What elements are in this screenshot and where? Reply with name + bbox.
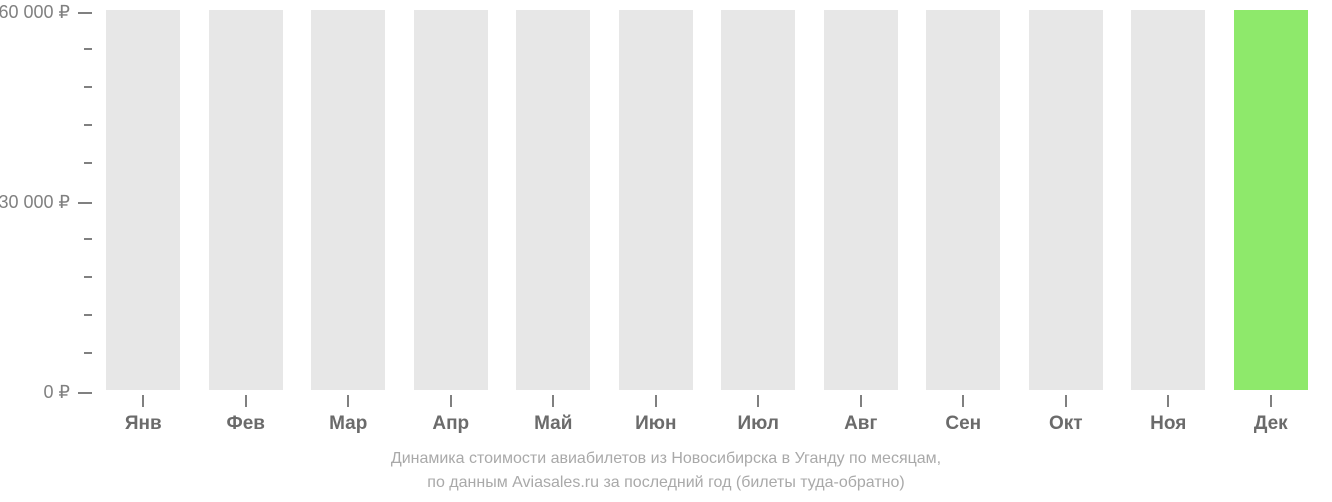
month-label: Ноя [1150, 413, 1186, 435]
y-minor-tick [84, 238, 92, 240]
tick-mark [1167, 395, 1169, 407]
tick-mark [962, 395, 964, 407]
bar-slot-mar [297, 10, 400, 390]
month-label: Авг [844, 413, 877, 435]
x-tick: Ноя [1117, 395, 1220, 435]
x-tick: Апр [400, 395, 503, 435]
month-label: Окт [1049, 413, 1083, 435]
tick-mark [655, 395, 657, 407]
month-label: Май [534, 413, 572, 435]
bar-slot-apr [400, 10, 503, 390]
tick-mark [245, 395, 247, 407]
bar-slot-feb [195, 10, 298, 390]
y-minor-tick [84, 162, 92, 164]
x-tick: Дек [1220, 395, 1323, 435]
bar-slot-sep [912, 10, 1015, 390]
x-tick: Окт [1015, 395, 1118, 435]
bar-slot-jun [605, 10, 708, 390]
bar-slot-jan [92, 10, 195, 390]
month-label: Фев [227, 413, 265, 435]
month-label: Июн [635, 413, 676, 435]
y-tick-label: 30 000 ₽ [0, 192, 70, 213]
y-tick-60000: 60 000 ₽ [0, 2, 92, 23]
month-label: Сен [945, 413, 981, 435]
bar-slot-dec [1220, 10, 1323, 390]
chart-title: Динамика стоимости авиабилетов из Новоси… [0, 450, 1332, 468]
bar-placeholder [311, 10, 385, 390]
y-tick-0: 0 ₽ [44, 382, 92, 403]
bar-placeholder [619, 10, 693, 390]
x-tick: Сен [912, 395, 1015, 435]
bar-slot-oct [1015, 10, 1118, 390]
bar-slot-aug [810, 10, 913, 390]
bar-slot-nov [1117, 10, 1220, 390]
y-tick-label: 0 ₽ [44, 382, 70, 403]
bar-slot-jul [707, 10, 810, 390]
x-tick: Мар [297, 395, 400, 435]
chart-subtitle: по данным Aviasales.ru за последний год … [0, 474, 1332, 492]
bar-placeholder [1029, 10, 1103, 390]
month-label: Мар [329, 413, 367, 435]
tick-mark [1270, 395, 1272, 407]
x-tick: Авг [810, 395, 913, 435]
tick-mark [78, 392, 92, 394]
bar-data-dec [1234, 10, 1308, 390]
tick-mark [1065, 395, 1067, 407]
tick-mark [450, 395, 452, 407]
y-minor-tick [84, 276, 92, 278]
bar-placeholder [209, 10, 283, 390]
bars-row [92, 10, 1322, 390]
tick-mark [552, 395, 554, 407]
y-tick-label: 60 000 ₽ [0, 2, 70, 23]
x-tick: Май [502, 395, 605, 435]
x-tick: Июн [605, 395, 708, 435]
tick-mark [78, 202, 92, 204]
bar-placeholder [1131, 10, 1205, 390]
tick-mark [78, 12, 92, 14]
price-chart: { "chart_data": { "type": "bar", "catego… [0, 0, 1332, 502]
bar-placeholder [516, 10, 590, 390]
y-minor-tick [84, 124, 92, 126]
tick-mark [757, 395, 759, 407]
plot-area [92, 10, 1322, 390]
bar-placeholder [414, 10, 488, 390]
month-label: Янв [125, 413, 162, 435]
y-minor-tick [84, 86, 92, 88]
y-axis: 60 000 ₽ 30 000 ₽ 0 ₽ [0, 0, 92, 400]
bar-slot-may [502, 10, 605, 390]
bar-placeholder [926, 10, 1000, 390]
x-axis: Янв Фев Мар Апр Май Июн Июл Авг Сен Окт … [92, 395, 1322, 435]
y-minor-tick [84, 48, 92, 50]
y-minor-tick [84, 352, 92, 354]
bar-placeholder [106, 10, 180, 390]
month-label: Дек [1254, 413, 1288, 435]
month-label: Апр [432, 413, 469, 435]
x-tick: Янв [92, 395, 195, 435]
y-minor-tick [84, 314, 92, 316]
bar-placeholder [824, 10, 898, 390]
x-tick: Фев [195, 395, 298, 435]
tick-mark [860, 395, 862, 407]
y-tick-30000: 30 000 ₽ [0, 192, 92, 213]
month-label: Июл [738, 413, 779, 435]
bar-placeholder [721, 10, 795, 390]
x-tick: Июл [707, 395, 810, 435]
tick-mark [347, 395, 349, 407]
tick-mark [142, 395, 144, 407]
